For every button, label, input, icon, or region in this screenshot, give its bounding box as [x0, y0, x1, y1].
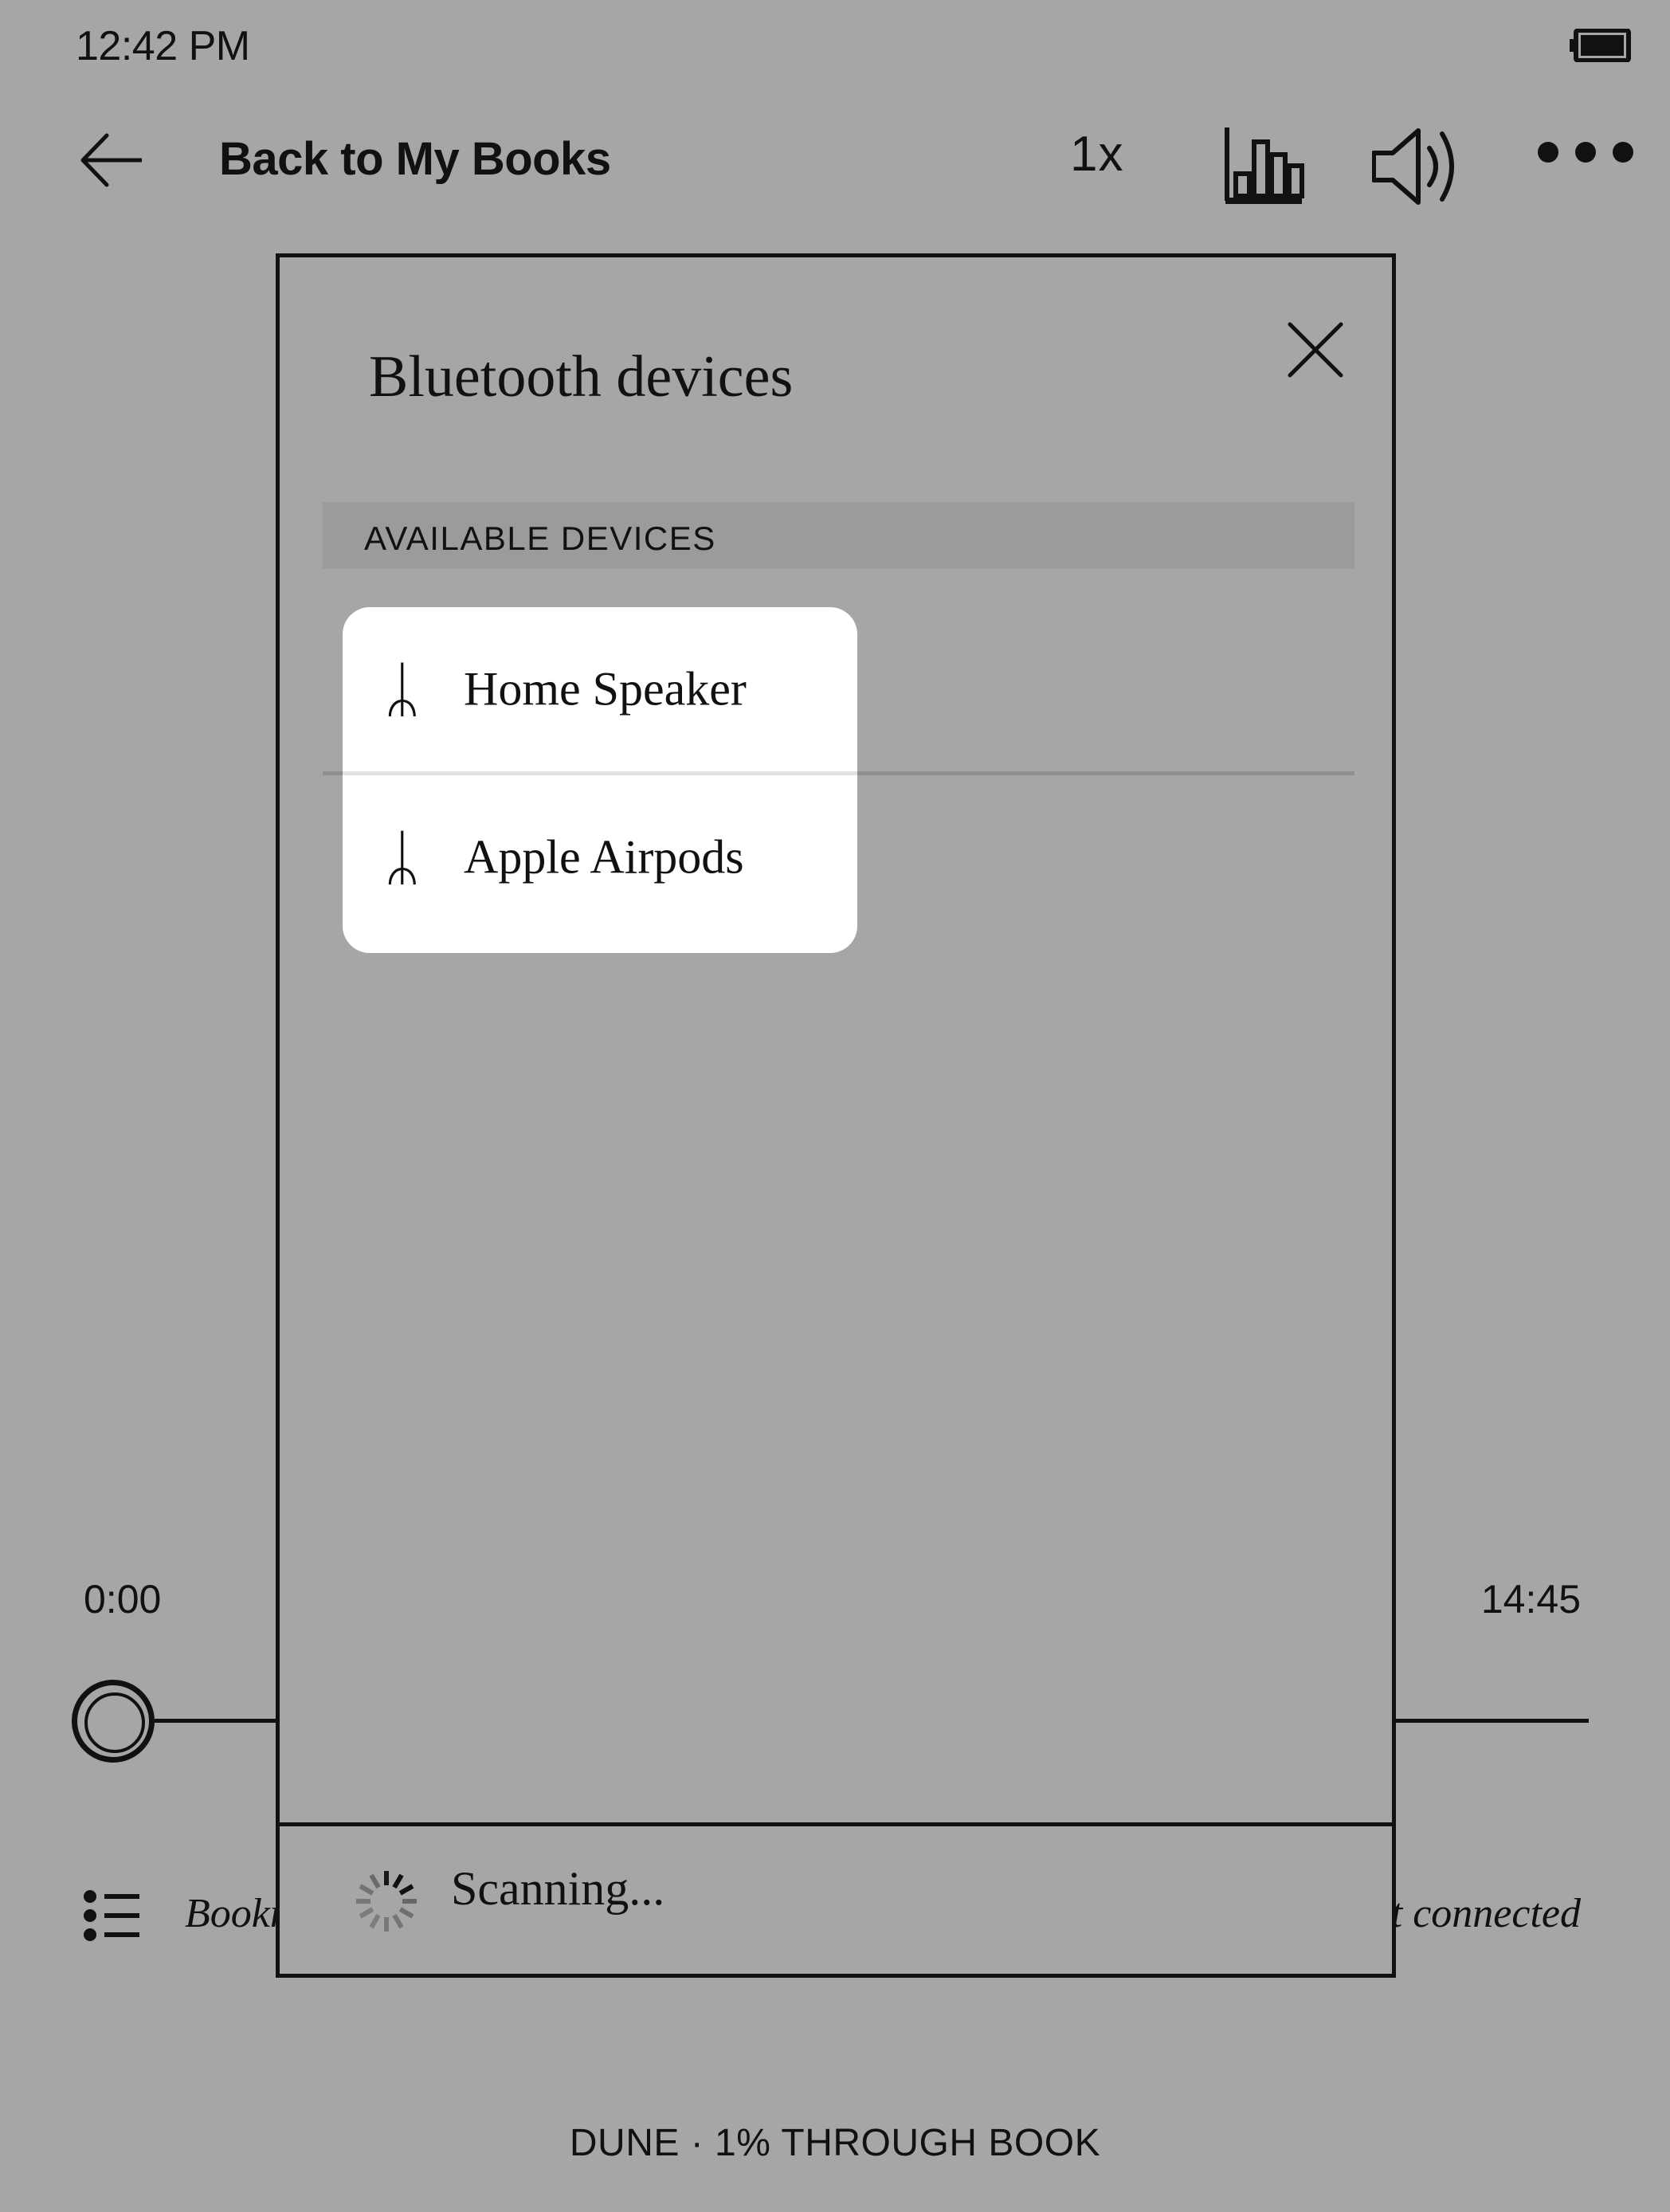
- bluetooth-icon: ᛦ: [384, 653, 421, 724]
- bulleted-list-icon[interactable]: [84, 1888, 141, 1943]
- close-x-icon[interactable]: [1285, 320, 1346, 380]
- screen: 12:42 PM Back to My Books 1x 0:00 14:45 …: [0, 0, 1670, 2212]
- device-list-card: ᛦ Home Speaker ᛦ Apple Airpods: [343, 607, 857, 953]
- section-header-label: AVAILABLE DEVICES: [364, 520, 716, 557]
- section-header-available-devices: AVAILABLE DEVICES: [323, 502, 1354, 569]
- dialog-title: Bluetooth devices: [369, 344, 794, 410]
- bluetooth-icon: ᛦ: [384, 822, 421, 892]
- device-row-apple-airpods[interactable]: ᛦ Apple Airpods: [343, 775, 857, 939]
- elapsed-time: 0:00: [84, 1577, 162, 1622]
- device-row-home-speaker[interactable]: ᛦ Home Speaker: [343, 607, 857, 771]
- bluetooth-devices-dialog: Bluetooth devices AVAILABLE DEVICES ᛦ Ho…: [276, 253, 1396, 1978]
- progress-handle[interactable]: [72, 1680, 155, 1763]
- device-name: Apple Airpods: [464, 830, 744, 884]
- total-time: 14:45: [1480, 1577, 1581, 1622]
- device-name: Home Speaker: [464, 662, 747, 716]
- dialog-footer: Scanning...: [280, 1822, 1392, 1974]
- book-progress-footer: DUNE · 1% THROUGH BOOK: [569, 2122, 1101, 2164]
- loading-spinner-icon: [353, 1868, 420, 1935]
- scanning-status-label: Scanning...: [451, 1862, 665, 1915]
